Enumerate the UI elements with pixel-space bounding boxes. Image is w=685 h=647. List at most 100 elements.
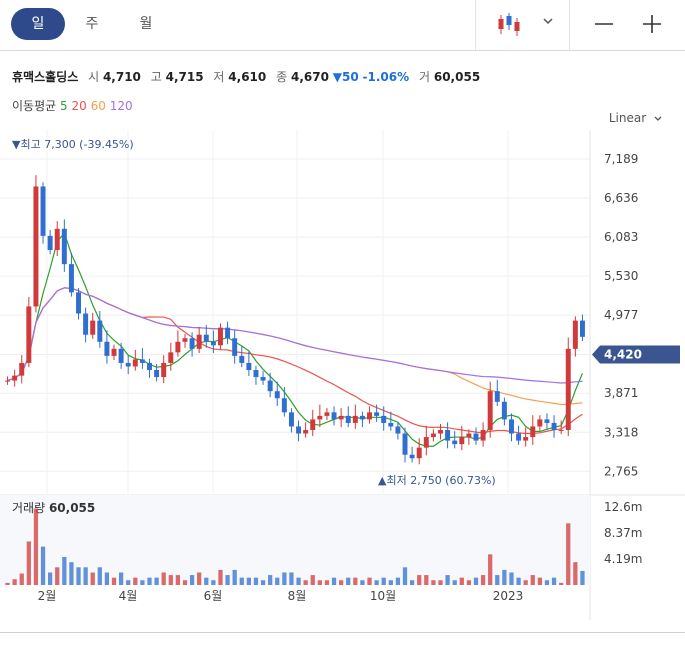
candle-body xyxy=(189,338,195,349)
moving-average-legend: 이동평균 5 20 60 120 xyxy=(12,97,133,114)
volume-bar xyxy=(225,575,230,585)
price-tick-label: 3,318 xyxy=(604,425,638,439)
tab-month[interactable]: 월 xyxy=(119,8,173,40)
volume-bar xyxy=(409,580,415,585)
candle-body xyxy=(551,422,557,430)
candle-body xyxy=(516,433,522,441)
candle-body xyxy=(395,426,401,434)
volume-bar xyxy=(580,570,585,585)
volume-bar xyxy=(452,580,457,585)
ma-5-label: 5 xyxy=(60,99,68,113)
volume-bar xyxy=(523,580,528,585)
volume-bar xyxy=(459,577,464,585)
candle-body xyxy=(40,186,46,236)
volume-bar xyxy=(5,582,10,585)
price-tick-label: 3,871 xyxy=(604,386,638,400)
volume-bar xyxy=(516,577,521,585)
volume-bar xyxy=(473,577,479,585)
volume-bar xyxy=(324,580,330,585)
candle-body xyxy=(572,320,578,349)
candle-body xyxy=(352,415,358,423)
volume-bar xyxy=(19,573,24,585)
price-tick-label: 7,189 xyxy=(604,152,638,166)
candle-body xyxy=(508,419,514,434)
volume-bar xyxy=(388,580,393,585)
volume-tick-label: 4.19m xyxy=(604,552,642,566)
volume-bar xyxy=(282,572,287,585)
toolbar-divider xyxy=(475,0,476,50)
candle-body xyxy=(480,430,486,441)
volume-bar xyxy=(374,580,379,585)
price-axis: 7,1896,6366,0835,5304,9774,4203,8713,318… xyxy=(604,152,638,478)
candle-body xyxy=(338,415,344,420)
candle-body xyxy=(225,327,231,339)
candle-body xyxy=(523,437,529,441)
volume-bar xyxy=(566,523,571,585)
candle-body xyxy=(423,437,429,448)
close-value: 4,670 xyxy=(290,70,329,84)
candle-body xyxy=(97,320,103,342)
candle-body xyxy=(12,375,18,381)
candle-body xyxy=(217,327,223,346)
volume-bar xyxy=(118,572,124,585)
tab-week[interactable]: 주 xyxy=(65,8,119,40)
candle-body xyxy=(274,391,280,399)
volume-tick-label: 12.6m xyxy=(604,500,642,514)
volume-bar xyxy=(417,575,422,585)
candle-body xyxy=(90,320,96,335)
ma-line-60 xyxy=(7,287,583,406)
high-annotation: ▼최고 7,300 (-39.45%) xyxy=(12,138,134,151)
volume-bar xyxy=(551,577,557,585)
plus-icon[interactable] xyxy=(641,13,663,35)
volume-bar xyxy=(69,562,74,585)
ma-60-label: 60 xyxy=(90,99,106,113)
low-annotation: ▲최저 2,750 (60.73%) xyxy=(378,474,496,487)
minus-icon[interactable] xyxy=(593,13,615,35)
volume-bar xyxy=(218,569,223,585)
candle-body xyxy=(239,355,245,363)
candle-body xyxy=(47,235,53,250)
volume-bar xyxy=(360,580,365,585)
volume-bar xyxy=(90,572,95,585)
volume-value: 60,055 xyxy=(49,501,95,515)
candle-body xyxy=(210,341,216,346)
volume-series: 거래량 60,055 xyxy=(0,495,590,585)
volume-bar xyxy=(331,577,337,585)
chevron-down-icon[interactable] xyxy=(541,13,555,27)
candle-body xyxy=(324,412,330,416)
scale-select-label: Linear xyxy=(608,111,647,125)
price-chart[interactable]: 7,189 6,636 6,083 5,530 4,977 4,420 3,871 3,318… xyxy=(0,130,685,620)
low-value: 4,610 xyxy=(228,70,267,84)
scale-select[interactable]: Linear xyxy=(609,111,663,125)
candle-body xyxy=(139,359,145,363)
volume-bar xyxy=(268,575,273,585)
volume-bar xyxy=(133,577,138,585)
candle-body xyxy=(19,362,25,376)
volume-bar xyxy=(12,579,17,585)
volume-bar xyxy=(445,575,450,585)
candlestick-icon[interactable] xyxy=(495,10,523,38)
volume-bar xyxy=(296,577,301,585)
candle-body xyxy=(5,380,11,382)
ma-line-5 xyxy=(7,231,584,447)
ma-line-120 xyxy=(7,287,583,384)
volume-bar xyxy=(48,572,53,585)
candle-body xyxy=(232,338,238,356)
volume-bar xyxy=(168,575,173,585)
change-value: ▼50 xyxy=(332,70,359,84)
tab-day[interactable]: 일 xyxy=(11,8,65,40)
candle-body xyxy=(317,415,323,420)
volume-bar xyxy=(111,577,117,585)
candle-body xyxy=(430,433,436,438)
volume-bar xyxy=(381,577,386,585)
volume-bar xyxy=(140,580,145,585)
volume-bar xyxy=(438,580,443,585)
candle-body xyxy=(331,412,337,420)
candle-body xyxy=(374,412,380,416)
volume-bar xyxy=(154,577,159,585)
volume-bar xyxy=(175,575,181,585)
volume-bar xyxy=(346,577,351,585)
volume-bar xyxy=(260,580,266,585)
volume-bar xyxy=(76,567,81,585)
candle-body xyxy=(537,419,543,427)
